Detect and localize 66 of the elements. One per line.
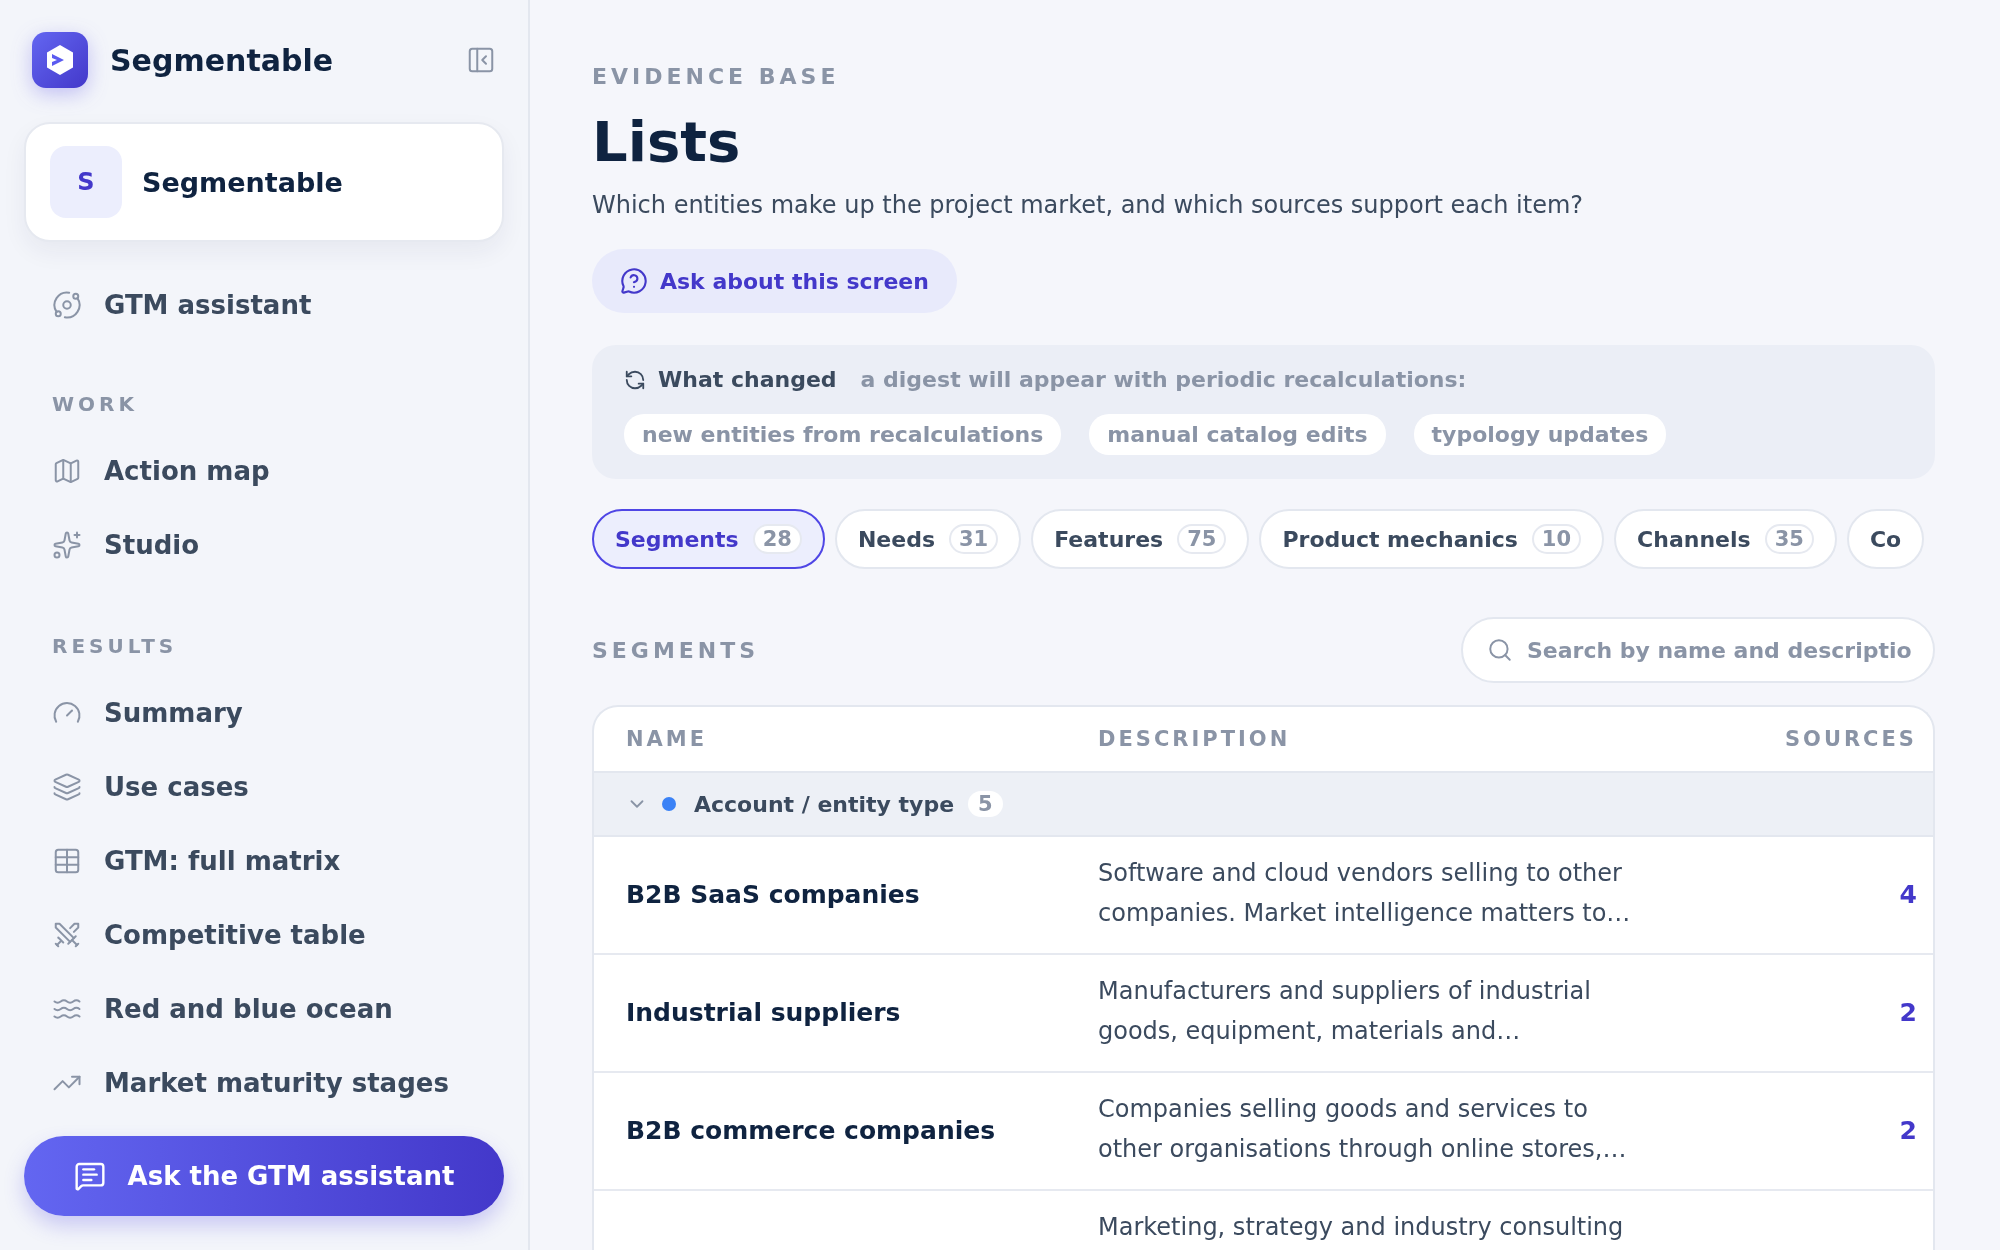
refresh-icon (624, 369, 646, 391)
list-tab[interactable]: Co (1846, 509, 1925, 570)
search-icon (1487, 637, 1513, 664)
search-field[interactable]: Search by name and descriptio (1461, 617, 1935, 684)
tab-count: 35 (1764, 524, 1814, 555)
segment-name: B2B commerce companies (626, 1115, 997, 1148)
segment-name: Industrial suppliers (626, 997, 902, 1030)
segment-description: Marketing, strategy and industry consulting (1098, 1212, 1625, 1244)
sidebar-item[interactable]: GTM assistant (24, 268, 504, 342)
swords-icon (52, 920, 82, 950)
project-card[interactable]: S Segmentable (24, 122, 504, 242)
segment-description: Software and cloud vendors selling to other companies. Market intelligence matters to… (1098, 858, 1632, 930)
segment-name: B2B SaaS companies (626, 879, 921, 912)
collapse-sidebar-button[interactable] (466, 45, 496, 75)
project-name: Segmentable (142, 166, 343, 198)
logo-icon (32, 32, 88, 88)
map-icon (52, 456, 82, 486)
list-tab[interactable]: Features 75 (1031, 509, 1250, 570)
group-label: Account / entity type (694, 792, 955, 817)
column-header: NAME (626, 727, 709, 752)
sparkle-icon (52, 530, 82, 560)
page-subtitle: Which entities make up the project market, and which sources support each item? (592, 190, 1585, 219)
sidebar-item[interactable]: Use cases (24, 750, 504, 824)
page-title: Lists (592, 111, 742, 173)
column-header: DESCRIPTION (1098, 727, 1292, 752)
section-heading: WORK (51, 392, 139, 416)
orbit-icon (52, 290, 82, 320)
section-heading: RESULTS (51, 634, 179, 658)
tab-count: 28 (752, 524, 802, 555)
app-name: Segmentable (110, 42, 335, 78)
changes-note: a digest will appear with periodic recalculations: (860, 367, 1467, 393)
sidebar-item[interactable]: Summary (24, 676, 504, 750)
column-header: SOURCES (1783, 727, 1917, 752)
segment-description: Manufacturers and suppliers of industrial goods, equipment, materials and… (1098, 976, 1592, 1048)
sidebar-item[interactable]: Market maturity stages (24, 1046, 504, 1120)
list-heading: SEGMENTS (592, 638, 760, 663)
layers-icon (52, 772, 82, 802)
question-icon (620, 267, 648, 296)
grid-icon (52, 846, 82, 876)
change-tag: typology updates (1413, 414, 1667, 456)
ask-screen-button[interactable]: Ask about this screen (592, 248, 957, 314)
change-tag: manual catalog edits (1089, 414, 1386, 456)
sidebar-item[interactable]: Competitive table (24, 898, 504, 972)
sources-count[interactable]: 2 (1899, 993, 1917, 1034)
sidebar-item[interactable]: Action map (24, 434, 504, 508)
chat-icon (73, 1160, 106, 1192)
change-tag: new entities from recalculations (624, 414, 1062, 456)
sidebar-item[interactable]: Red and blue ocean (24, 972, 504, 1046)
eyebrow-label: EVIDENCE BASE (592, 64, 841, 89)
tab-count: 75 (1177, 524, 1227, 555)
list-tab[interactable]: Segments 28 (592, 509, 825, 570)
list-tab[interactable]: Needs 31 (834, 509, 1022, 570)
group-row[interactable]: Account / entity type 5 (594, 771, 1933, 838)
list-tab[interactable]: Product mechanics 10 (1259, 509, 1605, 570)
sidebar-item[interactable]: Studio (24, 508, 504, 582)
changes-title: What changed (658, 367, 837, 393)
sources-count[interactable]: 4 (1899, 875, 1917, 916)
project-avatar: S (50, 146, 122, 218)
sidebar-item[interactable]: GTM: full matrix (24, 824, 504, 898)
tab-count: 31 (949, 524, 999, 555)
sources-count[interactable]: 2 (1899, 1111, 1917, 1152)
segment-description: Companies selling goods and services to other organisations through online stores,… (1098, 1094, 1628, 1166)
tab-count: 10 (1531, 524, 1582, 555)
list-tab[interactable]: Channels 35 (1614, 509, 1837, 570)
group-count: 5 (968, 791, 1003, 818)
ask-assistant-button[interactable]: Ask the GTM assistant (24, 1136, 504, 1216)
